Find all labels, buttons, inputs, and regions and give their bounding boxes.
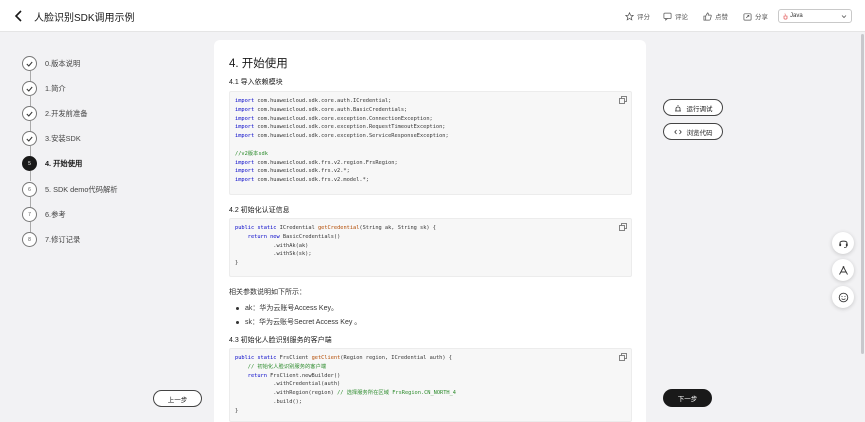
step-item-5[interactable]: 6 5. SDK demo代码解析	[22, 181, 118, 198]
step-label: 2.开发前准备	[45, 108, 88, 118]
language-selected: Java	[790, 13, 803, 19]
step-label: 4. 开始使用	[45, 158, 83, 168]
feedback-button[interactable]	[832, 286, 854, 308]
bullet-dot	[236, 320, 239, 324]
check-icon	[26, 61, 33, 67]
step-label: 0.版本说明	[45, 58, 81, 68]
top-bar: 人脸识别SDK调用示例 评分 评论 点赞 分享 Java	[0, 0, 865, 32]
step-item-7[interactable]: 8 7.修订记录	[22, 231, 80, 248]
step-item-3[interactable]: 3.安装SDK	[22, 130, 81, 147]
step-item-4[interactable]: 5 4. 开始使用	[22, 155, 82, 172]
page-scrollbar[interactable]	[860, 32, 865, 422]
browse-code-label: 浏览代码	[686, 129, 713, 137]
param-ak: ak：华为云账号Access Key。	[245, 305, 338, 312]
step-check-circle	[22, 81, 37, 96]
step-number: 5	[22, 156, 37, 171]
share-icon	[743, 12, 752, 20]
comment-icon	[663, 12, 672, 21]
step-check-circle	[22, 56, 37, 71]
step-label: 1.简介	[45, 83, 66, 93]
code-block-imports: import com.huaweicloud.sdk.core.auth.ICr…	[229, 91, 632, 195]
debug-icon	[674, 104, 681, 111]
step-label: 7.修订记录	[45, 234, 81, 244]
comment-button[interactable]: 评论	[663, 11, 688, 21]
chevron-down-icon	[841, 14, 847, 18]
tools-button[interactable]	[832, 259, 854, 281]
code-block-client: public static FrsClient getClient(Region…	[229, 348, 632, 422]
like-button[interactable]: 点赞	[703, 11, 728, 21]
params-intro: 相关参数说明如下所示：	[229, 289, 306, 296]
step-label: 5. SDK demo代码解析	[45, 184, 118, 194]
step-number: 7	[22, 207, 37, 222]
step-nav: 0.版本说明 1.简介 2.开发前准备 3.安装SDK 5 4. 开始使用 6 …	[0, 32, 215, 422]
rate-label: 评分	[637, 14, 650, 21]
share-button[interactable]: 分享	[743, 11, 768, 21]
share-label: 分享	[755, 14, 768, 21]
smiley-icon	[838, 292, 848, 302]
next-step-button[interactable]: 下一步	[663, 389, 712, 407]
thumbs-up-icon	[703, 12, 712, 20]
step-item-2[interactable]: 2.开发前准备	[22, 105, 88, 122]
subsection-title: 4.1 导入依赖模块	[229, 79, 283, 86]
section-heading: 4. 开始使用	[229, 58, 288, 70]
run-debug-button[interactable]: 运行调试	[663, 99, 723, 116]
step-item-1[interactable]: 1.简介	[22, 80, 66, 97]
run-debug-label: 运行调试	[686, 105, 713, 113]
headset-icon	[838, 240, 848, 248]
prev-step-button[interactable]: 上一步	[153, 390, 202, 407]
subsection-title: 4.3 初始化人脸识别服务的客户端	[229, 337, 332, 344]
star-icon	[625, 11, 634, 21]
param-sk: sk：华为云账号Secret Access Key 。	[245, 319, 362, 326]
copy-icon[interactable]	[619, 96, 627, 104]
copy-icon[interactable]	[619, 223, 627, 231]
header-actions: 评分 评论 点赞 分享	[0, 9, 865, 23]
content-card: 4. 开始使用 4.1 导入依赖模块 import com.huaweiclou…	[214, 40, 646, 422]
step-item-0[interactable]: 0.版本说明	[22, 55, 80, 72]
step-connector	[30, 171, 31, 181]
list-item: ak：华为云账号Access Key。	[236, 303, 338, 313]
step-number: 6	[22, 182, 37, 197]
code-icon	[673, 129, 682, 134]
comment-label: 评论	[675, 14, 688, 21]
step-number: 8	[22, 232, 37, 247]
check-icon	[26, 111, 33, 117]
browse-code-button[interactable]: 浏览代码	[663, 123, 723, 140]
step-label: 6.参考	[45, 209, 66, 219]
like-label: 点赞	[715, 14, 728, 21]
language-select[interactable]: Java	[778, 9, 852, 23]
step-check-circle	[22, 106, 37, 121]
step-item-6[interactable]: 7 6.参考	[22, 206, 66, 223]
check-icon	[26, 136, 33, 142]
subsection-title: 4.2 初始化认证信息	[229, 207, 290, 214]
support-button[interactable]	[832, 232, 854, 254]
code-block-auth: public static ICredential getCredential(…	[229, 218, 632, 277]
rate-button[interactable]: 评分	[625, 11, 650, 21]
step-check-circle	[22, 131, 37, 146]
bullet-dot	[236, 306, 239, 310]
step-label: 3.安装SDK	[45, 133, 81, 143]
scrollbar-thumb[interactable]	[861, 34, 864, 354]
copy-icon[interactable]	[619, 353, 627, 361]
pencil-ruler-icon	[838, 265, 848, 275]
list-item: sk：华为云账号Secret Access Key 。	[236, 317, 361, 327]
check-icon	[26, 86, 33, 92]
java-cup-icon	[783, 12, 788, 19]
